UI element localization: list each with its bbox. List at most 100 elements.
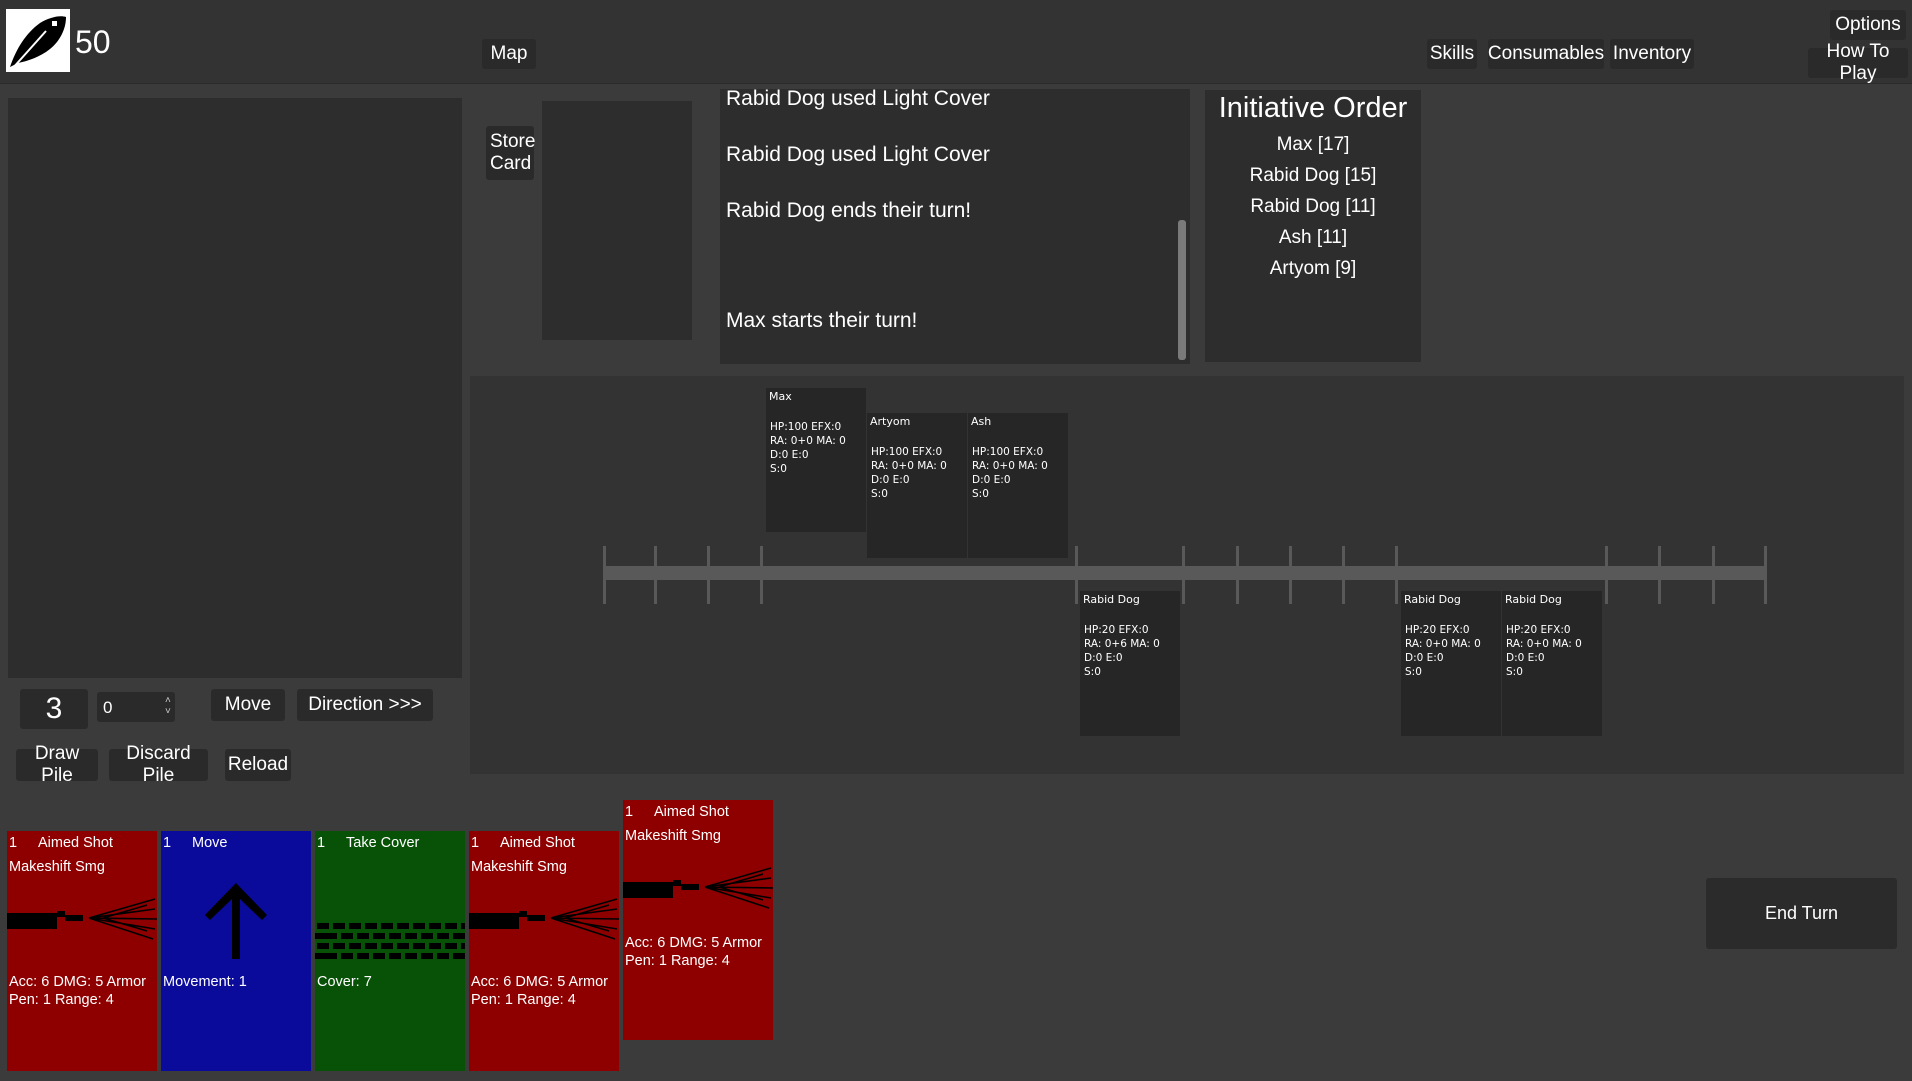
combat-log[interactable]: Rabid Dog used Light Cover Rabid Dog use…	[720, 89, 1190, 364]
unit-card-rabid-dog[interactable]: Rabid Dog HP:20 EFX:0 RA: 0+0 MA: 0 D:0 …	[1502, 591, 1602, 736]
log-line: Max starts their turn!	[726, 309, 918, 332]
brick	[333, 943, 345, 949]
store-card-label: Store Card	[490, 131, 536, 174]
store-card-button[interactable]: Store Card	[486, 126, 536, 180]
card-aimed-shot-selected[interactable]: 1 Aimed Shot Makeshift Smg Acc: 6 DMG: 5…	[623, 800, 773, 1040]
card-name: Aimed Shot	[38, 835, 113, 851]
brick	[381, 943, 393, 949]
move-button[interactable]: Move	[211, 689, 285, 721]
card-aimed-shot[interactable]: 1 Aimed Shot Makeshift Smg Acc: 6 DMG: 5…	[7, 831, 157, 1071]
card-stats-line: Pen: 1 Range: 4	[625, 953, 730, 969]
brick	[437, 953, 449, 959]
discard-pile-button[interactable]: Discard Pile	[109, 743, 208, 786]
inventory-button[interactable]: Inventory	[1610, 39, 1694, 69]
consumables-button[interactable]: Consumables	[1488, 39, 1604, 69]
stepper-arrows-icon[interactable]: ˄ ˅	[165, 695, 171, 717]
unit-s: S:0	[871, 488, 888, 500]
brick	[349, 943, 361, 949]
card-stats: Movement: 1	[163, 973, 247, 991]
track-tick	[1236, 546, 1239, 604]
map-button[interactable]: Map	[482, 39, 536, 69]
initiative-item: Artyom [9]	[1269, 258, 1357, 279]
brick	[317, 943, 329, 949]
unit-hp: HP:100 EFX:0	[871, 446, 943, 458]
initiative-item: Max [17]	[1276, 134, 1350, 155]
unit-card-ash[interactable]: Ash HP:100 EFX:0 RA: 0+0 MA: 0 D:0 E:0 S…	[968, 413, 1068, 558]
unit-name: Artyom	[870, 415, 911, 428]
unit-name: Ash	[971, 415, 992, 428]
initiative-title: Initiative Order	[1218, 92, 1408, 124]
log-scrollbar-thumb[interactable]	[1178, 220, 1186, 360]
brick	[365, 943, 377, 949]
unit-name: Rabid Dog	[1505, 593, 1562, 606]
move-amount-input[interactable]	[101, 695, 155, 721]
track-tick	[1182, 546, 1185, 604]
card-stats-line: Pen: 1 Range: 4	[9, 992, 114, 1008]
card-weapon: Makeshift Smg	[471, 859, 567, 875]
unit-hp: HP:20 EFX:0	[1506, 624, 1571, 636]
unit-s: S:0	[1405, 666, 1422, 678]
brick	[325, 933, 337, 939]
reload-button[interactable]: Reload	[225, 749, 291, 781]
card-stats-line: Acc: 6 DMG: 5 Armor	[625, 935, 762, 951]
draw-pile-button[interactable]: Draw Pile	[16, 743, 98, 786]
card-name: Take Cover	[346, 835, 420, 851]
character-preview-panel	[8, 98, 462, 678]
unit-ra: RA: 0+6 MA: 0	[1084, 638, 1160, 650]
card-aimed-shot[interactable]: 1 Aimed Shot Makeshift Smg Acc: 6 DMG: 5…	[469, 831, 619, 1071]
unit-ra: RA: 0+0 MA: 0	[770, 435, 846, 447]
card-stats: Acc: 6 DMG: 5 Armor Pen: 1 Range: 4	[625, 934, 762, 970]
track-tick	[1764, 546, 1767, 604]
move-amount-stepper[interactable]: ˄˅	[97, 692, 175, 722]
brick	[341, 933, 353, 939]
unit-hp: HP:20 EFX:0	[1084, 624, 1149, 636]
unit-card-max[interactable]: Max HP:100 EFX:0 RA: 0+0 MA: 0 D:0 E:0 S…	[766, 388, 866, 532]
skills-button[interactable]: Skills	[1427, 39, 1477, 69]
brick	[453, 933, 465, 939]
brick	[397, 943, 409, 949]
feather-icon[interactable]	[6, 9, 70, 72]
unit-stats: HP:20 EFX:0 RA: 0+6 MA: 0 D:0 E:0 S:0	[1084, 623, 1160, 679]
card-name: Move	[192, 835, 228, 851]
unit-s: S:0	[770, 463, 787, 475]
options-button[interactable]: Options	[1830, 10, 1906, 40]
stored-card-slot[interactable]	[542, 101, 692, 340]
unit-de: D:0 E:0	[1506, 652, 1545, 664]
smg-icon	[623, 867, 773, 909]
feather-icon-graphic	[10, 16, 66, 70]
unit-stats: HP:20 EFX:0 RA: 0+0 MA: 0 D:0 E:0 S:0	[1506, 623, 1582, 679]
log-line: Rabid Dog used Light Cover	[726, 89, 990, 110]
brick	[389, 933, 401, 939]
card-move[interactable]: 1 Move Movement: 1	[161, 831, 311, 1071]
track-tick	[1342, 546, 1345, 604]
brick	[389, 953, 401, 959]
unit-ra: RA: 0+0 MA: 0	[871, 460, 947, 472]
brick	[413, 923, 425, 929]
card-take-cover[interactable]: 1 Take Cover Cover: 7	[315, 831, 465, 1071]
unit-stats: HP:20 EFX:0 RA: 0+0 MA: 0 D:0 E:0 S:0	[1405, 623, 1481, 679]
brick	[357, 933, 369, 939]
brick	[357, 953, 369, 959]
card-cost: 1	[471, 835, 480, 851]
log-scrollbar[interactable]	[1178, 92, 1186, 360]
unit-card-rabid-dog[interactable]: Rabid Dog HP:20 EFX:0 RA: 0+0 MA: 0 D:0 …	[1401, 591, 1501, 736]
end-turn-button[interactable]: End Turn	[1706, 878, 1897, 949]
brick	[461, 943, 465, 949]
brick	[429, 943, 441, 949]
unit-card-artyom[interactable]: Artyom HP:100 EFX:0 RA: 0+0 MA: 0 D:0 E:…	[867, 413, 967, 558]
track-tick	[1289, 546, 1292, 604]
card-stats: Acc: 6 DMG: 5 Armor Pen: 1 Range: 4	[471, 973, 608, 1009]
brick	[341, 953, 353, 959]
unit-s: S:0	[1084, 666, 1101, 678]
brick	[365, 923, 377, 929]
direction-button[interactable]: Direction >>>	[297, 689, 433, 721]
card-cost: 1	[317, 835, 326, 851]
card-name: Aimed Shot	[654, 804, 729, 820]
brick	[413, 943, 425, 949]
card-stats-line: Acc: 6 DMG: 5 Armor	[9, 974, 146, 990]
unit-ra: RA: 0+0 MA: 0	[972, 460, 1048, 472]
card-stats: Cover: 7	[317, 973, 372, 991]
unit-card-rabid-dog[interactable]: Rabid Dog HP:20 EFX:0 RA: 0+6 MA: 0 D:0 …	[1080, 591, 1180, 736]
how-to-play-button[interactable]: How To Play	[1808, 41, 1908, 84]
unit-de: D:0 E:0	[1084, 652, 1123, 664]
